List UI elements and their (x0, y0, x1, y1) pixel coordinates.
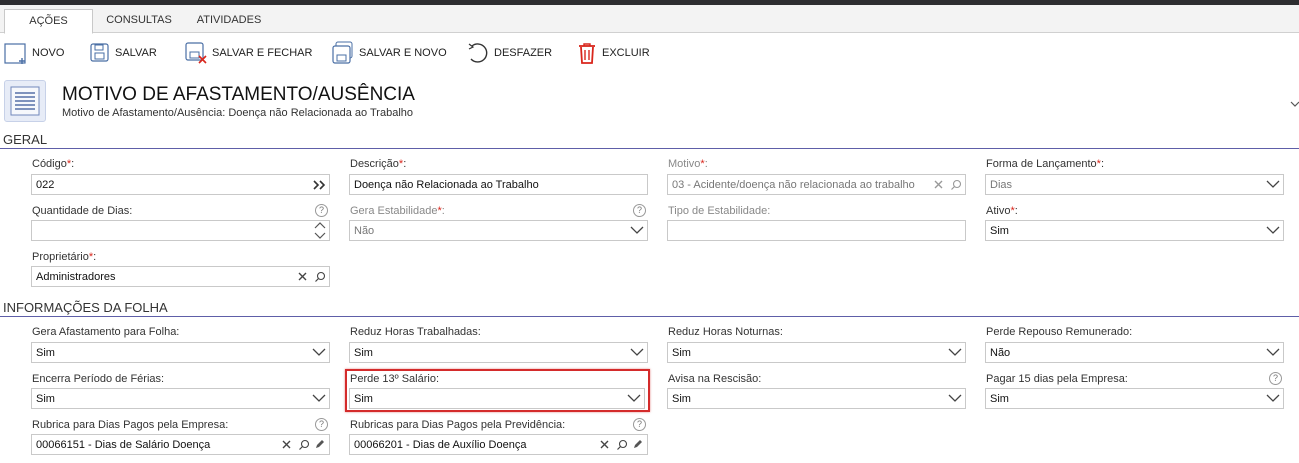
ativo-label: Ativo*: (986, 205, 1018, 217)
tab-acoes[interactable]: AÇÕES (4, 9, 93, 34)
clear-icon[interactable] (278, 435, 295, 454)
edit-pencil-icon[interactable] (629, 435, 646, 454)
search-icon[interactable] (613, 435, 630, 454)
new-document-icon (4, 43, 26, 64)
section-folha-divider (0, 316, 1299, 317)
codigo-field[interactable]: 022 (31, 174, 330, 195)
ativo-select[interactable]: Sim (985, 220, 1284, 241)
encerra-periodo-label: Encerra Período de Férias: (32, 373, 165, 385)
rubrica-empresa-field[interactable]: 00066151 - Dias de Salário Doença (31, 434, 330, 455)
perde-repouso-select[interactable]: Não (985, 342, 1284, 363)
help-icon[interactable]: ? (315, 204, 328, 217)
rubricas-previdencia-label: Rubricas para Dias Pagos pela Previdênci… (350, 419, 566, 431)
clear-icon[interactable] (596, 435, 613, 454)
desfazer-button[interactable]: DESFAZER (466, 40, 552, 66)
help-icon[interactable]: ? (633, 418, 646, 431)
gera-afastamento-label: Gera Afastamento para Folha: (32, 326, 180, 338)
page-subtitle: Motivo de Afastamento/Ausência: Doença n… (62, 107, 414, 119)
save-icon (90, 43, 109, 62)
section-folha-title: INFORMAÇÕES DA FOLHA (3, 300, 168, 315)
tab-consultas[interactable]: CONSULTAS (100, 9, 178, 33)
clear-icon[interactable] (294, 267, 311, 286)
undo-icon (468, 43, 488, 63)
save-close-icon (185, 42, 207, 64)
desfazer-label: DESFAZER (494, 47, 553, 59)
double-chevron-right-icon[interactable] (311, 175, 328, 194)
form-document-icon (4, 80, 46, 122)
pagar-15-label: Pagar 15 dias pela Empresa: (986, 373, 1128, 385)
page-title: MOTIVO DE AFASTAMENTO/AUSÊNCIA (62, 84, 415, 105)
edit-pencil-icon[interactable] (311, 435, 328, 454)
rubricas-previdencia-field[interactable]: 00066201 - Dias de Auxílio Doença (349, 434, 648, 455)
reduz-horas-noturnas-label: Reduz Horas Noturnas: (668, 326, 783, 338)
perde-repouso-label: Perde Repouso Remunerado: (986, 326, 1133, 338)
quantidade-dias-label: Quantidade de Dias: (32, 205, 133, 217)
codigo-label: Código*: (32, 158, 75, 170)
excluir-label: EXCLUIR (602, 47, 650, 59)
search-icon[interactable] (311, 267, 328, 286)
gera-estabilidade-label: Gera Estabilidade*: (350, 205, 445, 217)
perde-13-label: Perde 13º Salário: (350, 373, 440, 385)
search-icon[interactable] (947, 175, 964, 194)
search-icon[interactable] (295, 435, 312, 454)
help-icon[interactable]: ? (315, 418, 328, 431)
tipo-estabilidade-field[interactable] (667, 220, 966, 241)
reduz-horas-trabalhadas-select[interactable]: Sim (349, 342, 648, 363)
chevron-down-icon (1266, 226, 1280, 234)
reduz-horas-noturnas-select[interactable]: Sim (667, 342, 966, 363)
reduz-horas-trabalhadas-label: Reduz Horas Trabalhadas: (350, 326, 481, 338)
salvar-fechar-label: SALVAR E FECHAR (212, 47, 313, 59)
forma-lancamento-select[interactable]: Dias (985, 174, 1284, 195)
spin-down-icon[interactable] (311, 231, 329, 240)
salvar-novo-label: SALVAR E NOVO (359, 47, 447, 59)
chevron-down-icon[interactable] (1290, 98, 1299, 112)
chevron-down-icon (312, 348, 326, 356)
chevron-down-icon (630, 226, 644, 234)
encerra-periodo-select[interactable]: Sim (31, 388, 330, 409)
novo-button[interactable]: NOVO (4, 40, 64, 66)
chevron-down-icon (1266, 394, 1280, 402)
gera-afastamento-select[interactable]: Sim (31, 342, 330, 363)
chevron-down-icon (630, 348, 644, 356)
forma-lancamento-label: Forma de Lançamento*: (986, 158, 1105, 170)
proprietario-field[interactable]: Administradores (31, 266, 330, 287)
help-icon[interactable]: ? (633, 204, 646, 217)
avisa-rescisao-select[interactable]: Sim (667, 388, 966, 409)
perde-13-select[interactable]: Sim (349, 388, 645, 409)
toolbar: NOVO SALVAR SALVAR E FECHAR SALVAR E NOV… (0, 34, 1299, 70)
novo-label: NOVO (32, 47, 65, 59)
motivo-label: Motivo*: (668, 158, 708, 170)
chevron-down-icon (627, 394, 641, 402)
proprietario-label: Proprietário*: (32, 251, 97, 263)
save-new-icon (332, 41, 353, 64)
rubrica-empresa-label: Rubrica para Dias Pagos pela Empresa: (32, 419, 229, 431)
chevron-down-icon (1266, 180, 1280, 188)
ribbon-tabs: AÇÕES CONSULTAS ATIVIDADES (0, 5, 1299, 34)
clear-icon[interactable] (930, 175, 947, 194)
pagar-15-select[interactable]: Sim (985, 388, 1284, 409)
tipo-estabilidade-label: Tipo de Estabilidade: (668, 205, 771, 217)
excluir-button[interactable]: EXCLUIR (576, 40, 650, 66)
chevron-down-icon (312, 394, 326, 402)
chevron-down-icon (948, 394, 962, 402)
quantidade-dias-field[interactable] (31, 220, 330, 241)
avisa-rescisao-label: Avisa na Rescisão: (668, 373, 762, 385)
gera-estabilidade-select[interactable]: Não (349, 220, 648, 241)
spin-up-icon[interactable] (311, 221, 329, 230)
trash-icon (579, 43, 595, 64)
salvar-button[interactable]: SALVAR (89, 40, 157, 66)
salvar-label: SALVAR (115, 47, 157, 59)
section-geral-divider (0, 148, 1299, 149)
descricao-label: Descrição*: (350, 158, 407, 170)
motivo-field[interactable]: 03 - Acidente/doença não relacionada ao … (667, 174, 966, 195)
chevron-down-icon (948, 348, 962, 356)
tab-atividades[interactable]: ATIVIDADES (188, 9, 270, 33)
help-icon[interactable]: ? (1269, 372, 1282, 385)
section-geral-title: GERAL (3, 132, 48, 147)
salvar-novo-button[interactable]: SALVAR E NOVO (331, 40, 447, 66)
salvar-fechar-button[interactable]: SALVAR E FECHAR (184, 40, 312, 66)
descricao-field[interactable]: Doença não Relacionada ao Trabalho (349, 174, 648, 195)
chevron-down-icon (1266, 348, 1280, 356)
